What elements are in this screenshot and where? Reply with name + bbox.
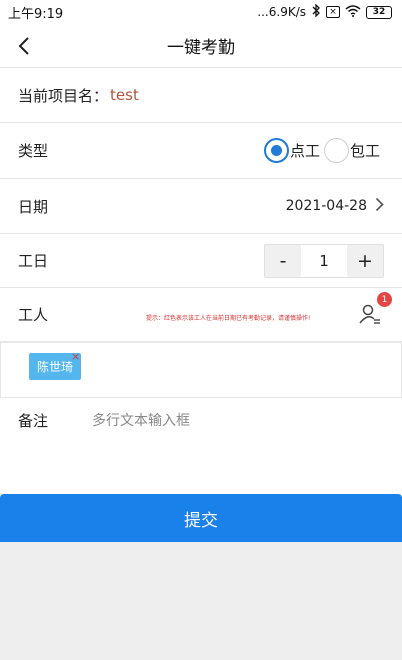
workday-stepper: - 1 + (264, 243, 384, 278)
workday-row: 工日 - 1 + (0, 234, 402, 288)
workday-value[interactable]: 1 (301, 244, 347, 277)
wifi-icon (345, 4, 361, 20)
workday-label: 工日 (18, 252, 49, 270)
bluetooth-icon (311, 3, 321, 20)
status-icons: ...6.9K/s × 32 (257, 3, 392, 20)
selected-workers: 陈世琦 × (0, 342, 402, 398)
battery-icon: 32 (366, 5, 392, 19)
network-speed: ...6.9K/s (257, 5, 306, 19)
remark-label: 备注 (18, 412, 49, 430)
increment-button[interactable]: + (347, 244, 383, 277)
type-label: 类型 (18, 142, 49, 160)
decrement-button[interactable]: - (265, 244, 301, 277)
no-sim-icon: × (326, 6, 340, 18)
chevron-right-icon[interactable] (375, 196, 384, 217)
nav-bar: 一键考勤 (0, 24, 402, 68)
worker-count-badge: 1 (377, 292, 392, 307)
type-row: 类型 点工 包工 (0, 123, 402, 179)
project-row: 当前项目名： test (0, 68, 402, 123)
worker-row: 工人 提示：红色表示该工人在当前日期已有考勤记录，请谨慎操作! 1 (0, 288, 402, 342)
page-title: 一键考勤 (167, 38, 235, 58)
select-worker-icon[interactable] (358, 302, 382, 326)
worker-label: 工人 (18, 306, 49, 324)
radio-dot (270, 145, 282, 156)
radio-point-work-label[interactable]: 点工 (290, 140, 320, 161)
type-options: 点工 包工 (263, 138, 384, 163)
bottom-blank-area (0, 542, 402, 660)
radio-contract-work-label[interactable]: 包工 (350, 140, 380, 161)
worker-notice: 提示：红色表示该工人在当前日期已有考勤记录，请谨慎操作! (146, 315, 311, 322)
date-row[interactable]: 日期 2021-04-28 (0, 179, 402, 234)
status-bar: 上午9:19 ...6.9K/s × 32 (0, 0, 402, 24)
status-time: 上午9:19 (8, 6, 64, 22)
date-value[interactable]: 2021-04-28 (286, 198, 367, 214)
date-label: 日期 (18, 197, 49, 216)
close-icon[interactable]: × (71, 350, 80, 363)
submit-button[interactable]: 提交 (0, 494, 402, 542)
radio-contract-work[interactable] (323, 138, 349, 163)
project-value: test (110, 86, 139, 104)
chevron-left-icon[interactable] (12, 32, 36, 60)
project-label: 当前项目名： (18, 86, 109, 105)
remark-input[interactable] (92, 410, 382, 470)
radio-point-work[interactable] (263, 138, 289, 163)
